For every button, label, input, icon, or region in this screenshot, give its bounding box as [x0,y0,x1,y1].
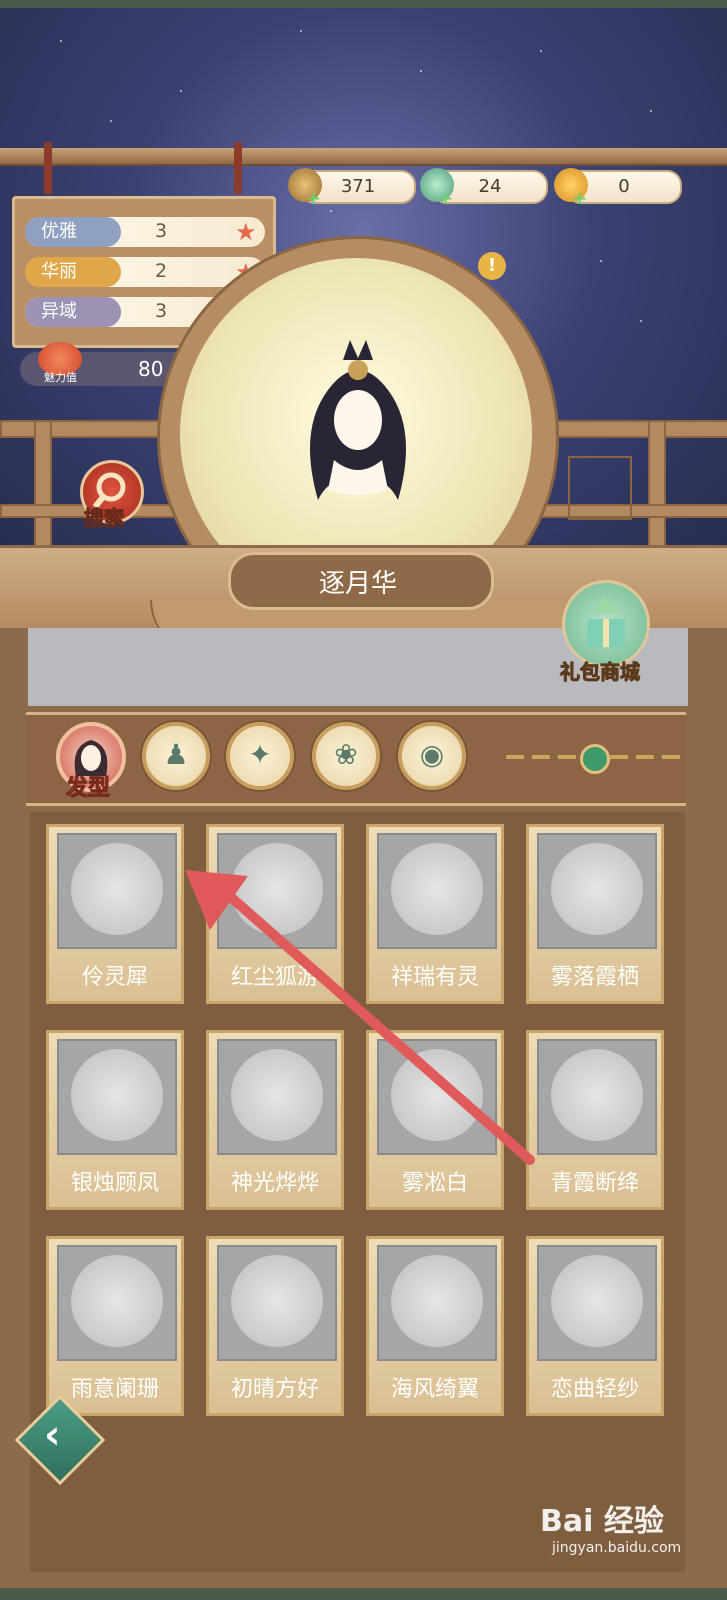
chevron-left-icon: ‹ [44,1412,61,1458]
annotation-arrow [185,870,535,1165]
bottom-border [0,1588,727,1600]
watermark-url: jingyan.baidu.com [552,1540,682,1556]
watermark: Bai 经验 [540,1504,664,1539]
